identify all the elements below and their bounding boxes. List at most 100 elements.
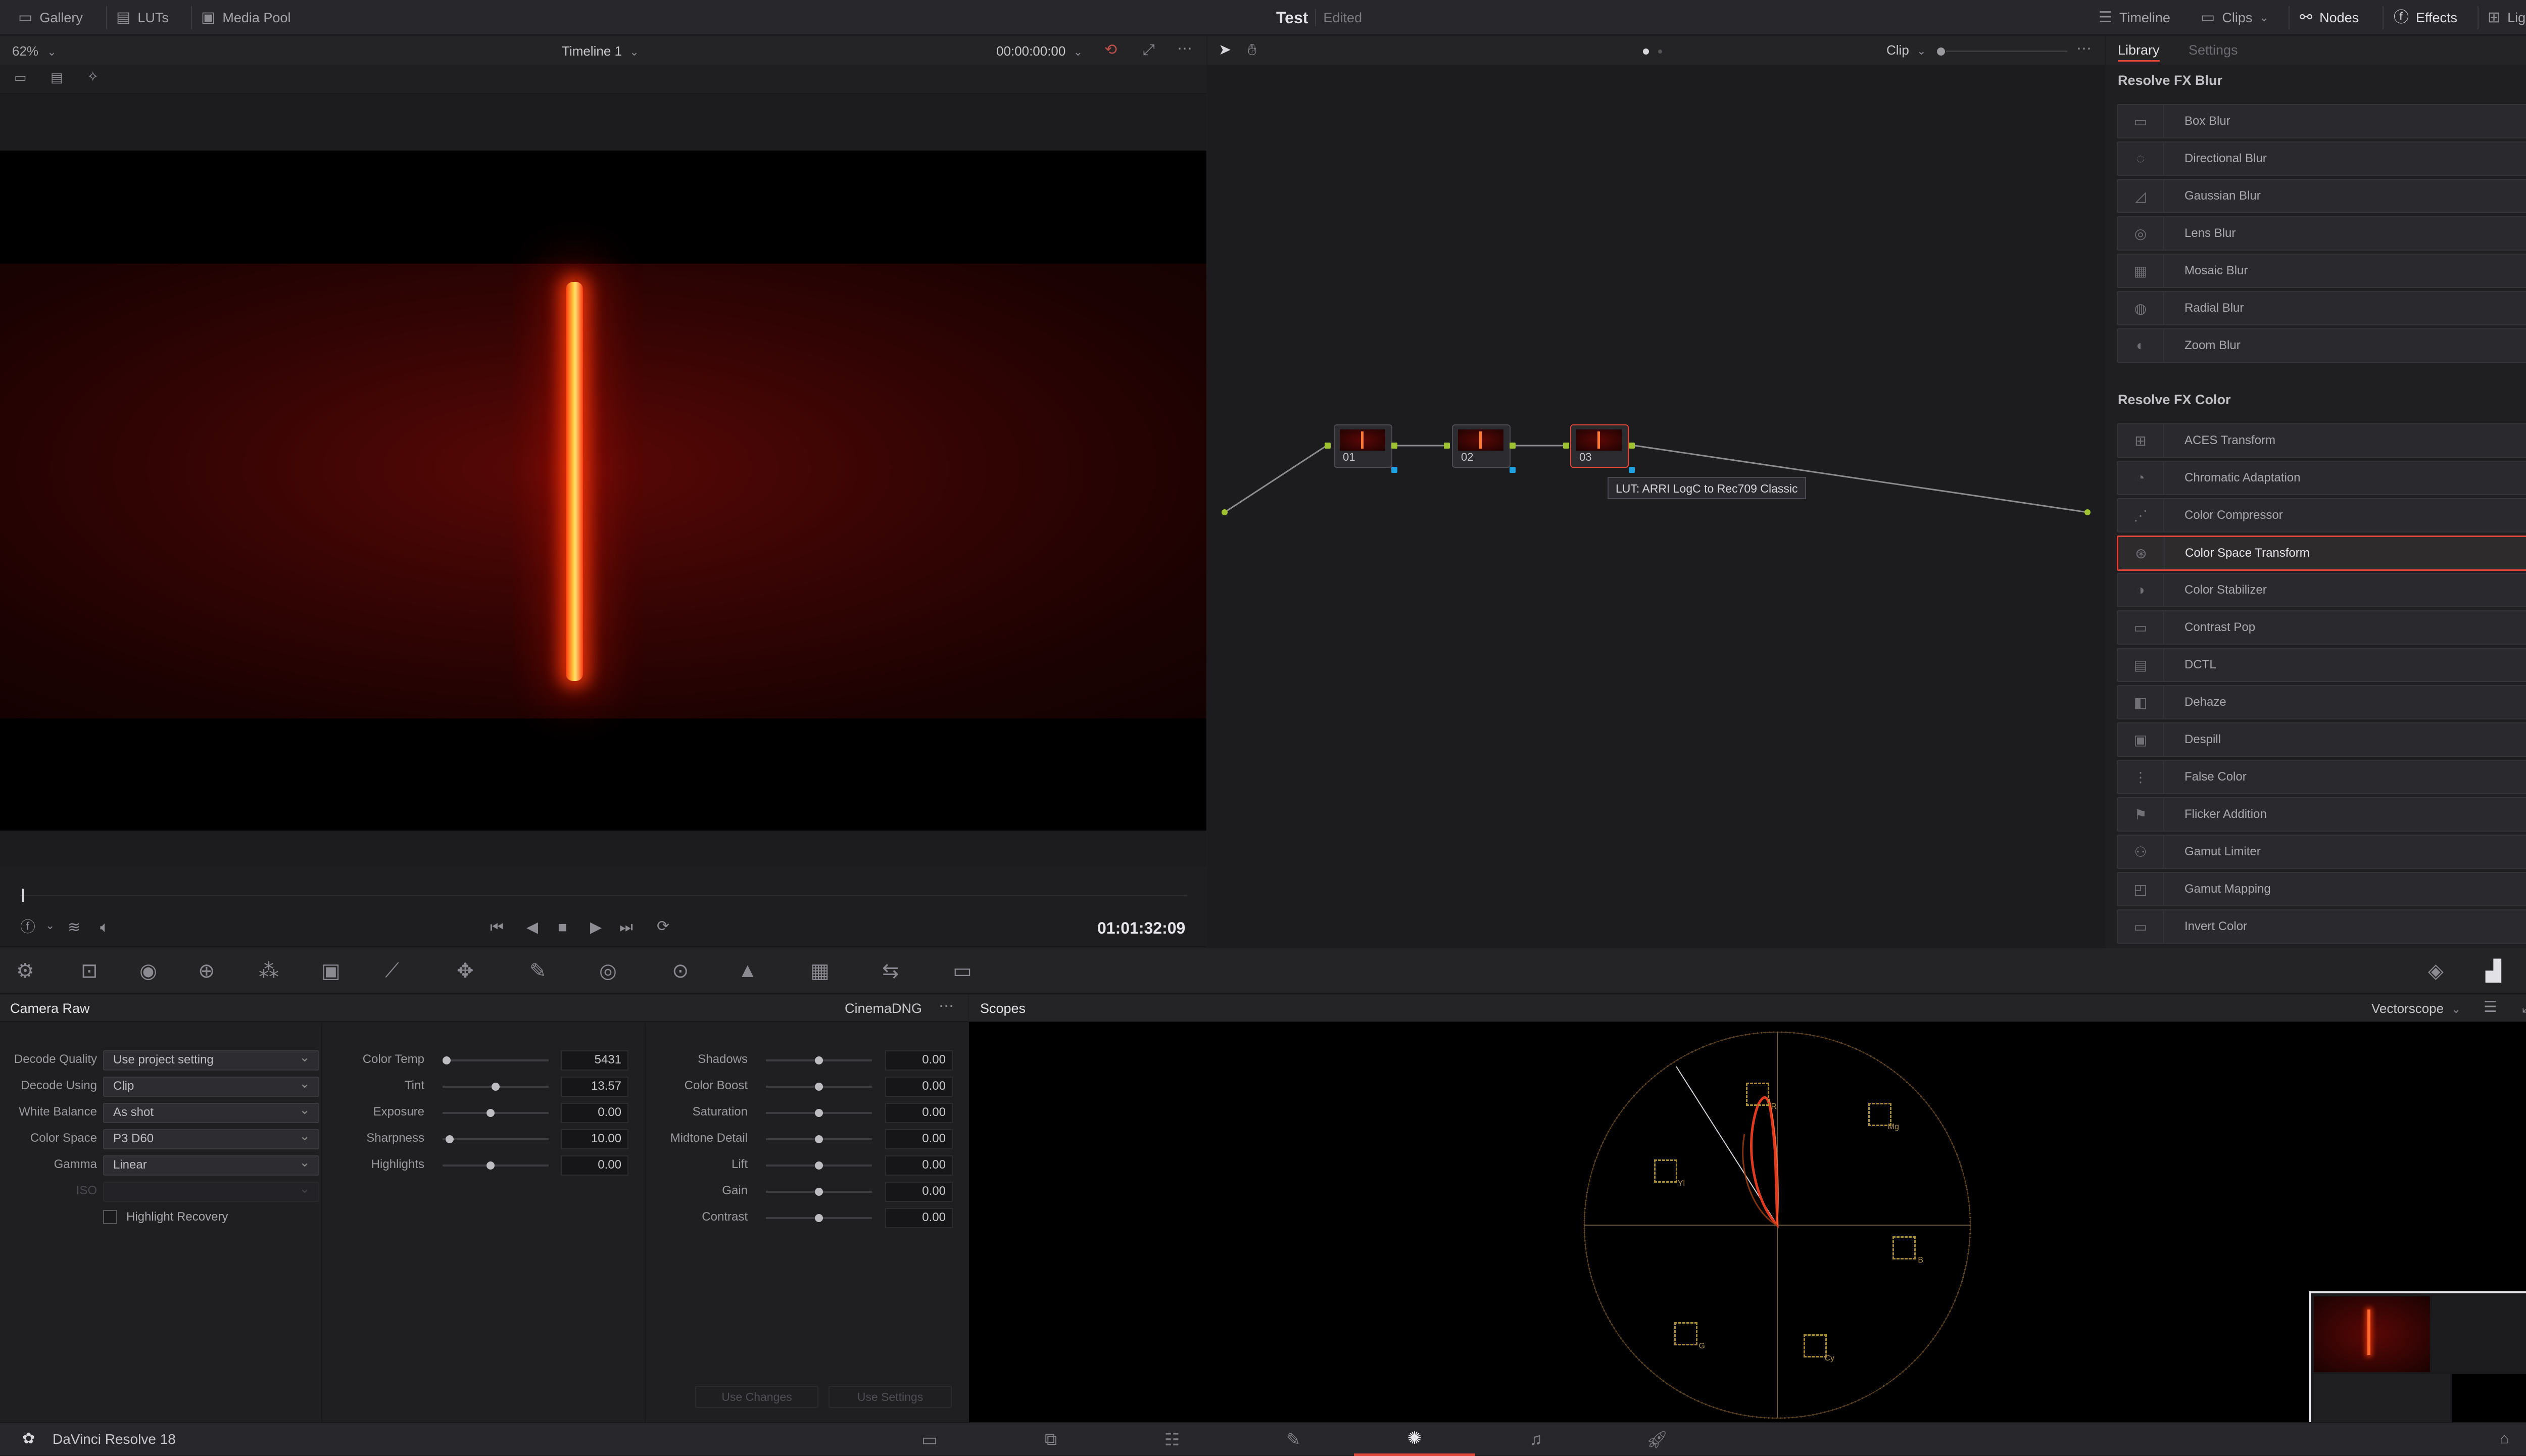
rgb-mixer-icon[interactable]: ⁂ bbox=[259, 959, 279, 983]
effect-item[interactable]: ◿ Gaussian Blur bbox=[2117, 179, 2526, 213]
minimap-preview[interactable] bbox=[2309, 1291, 2526, 1442]
zoom-slider[interactable] bbox=[1946, 51, 2067, 52]
motion-effects-icon[interactable]: ▣ bbox=[321, 959, 341, 983]
library-section-title[interactable]: Resolve FX Color bbox=[2118, 392, 2231, 408]
raw-field-dropdown[interactable] bbox=[103, 1180, 319, 1202]
color-wheels-icon[interactable]: ◉ bbox=[139, 959, 157, 983]
scopes-icon[interactable]: ▟ bbox=[2486, 959, 2501, 983]
slider-knob[interactable] bbox=[815, 1083, 823, 1091]
raw-value-field[interactable]: 0.00 bbox=[885, 1208, 953, 1228]
slider-knob[interactable] bbox=[815, 1135, 823, 1143]
single-view-icon[interactable]: ▭ bbox=[14, 71, 27, 84]
camera-raw-icon[interactable]: ⚙ bbox=[16, 959, 34, 983]
page-cut[interactable]: ⧉ bbox=[990, 1423, 1111, 1456]
tracker-icon[interactable]: ⊙ bbox=[672, 959, 689, 983]
effect-item[interactable]: ▦ Mosaic Blur bbox=[2117, 254, 2526, 288]
slider-knob[interactable] bbox=[815, 1056, 823, 1064]
page-fairlight[interactable]: ♫ bbox=[1475, 1423, 1596, 1456]
keyframes-icon[interactable]: ◈ bbox=[2428, 959, 2444, 983]
raw-value-field[interactable]: 5431 bbox=[561, 1050, 628, 1071]
effect-item[interactable]: ⊛ Color Space Transform bbox=[2117, 536, 2526, 571]
tab-settings[interactable]: Settings bbox=[2189, 42, 2238, 58]
luts-button[interactable]: ▤ LUTs bbox=[116, 0, 169, 35]
timeline-button[interactable]: ☰ Timeline bbox=[2099, 0, 2170, 35]
scope-type-dropdown[interactable]: Vectorscope ⌄ bbox=[2371, 1001, 2461, 1016]
slider-knob[interactable] bbox=[443, 1056, 451, 1064]
page-indicator[interactable] bbox=[1658, 50, 1662, 54]
node-03[interactable]: 03 bbox=[1570, 424, 1629, 468]
highlight-recovery-checkbox[interactable] bbox=[103, 1210, 117, 1224]
effect-item[interactable]: ◔ Chromatic Adaptation bbox=[2117, 461, 2526, 495]
raw-slider[interactable] bbox=[443, 1161, 549, 1170]
raw-value-field[interactable]: 0.00 bbox=[885, 1077, 953, 1097]
loop-playback-icon[interactable]: ⟳ bbox=[657, 919, 669, 934]
loop-icon[interactable]: ⟲ bbox=[1104, 42, 1117, 58]
raw-slider[interactable] bbox=[443, 1135, 549, 1143]
slider-knob[interactable] bbox=[815, 1214, 823, 1222]
raw-slider[interactable] bbox=[766, 1135, 872, 1143]
effect-item[interactable]: ▭ Contrast Pop bbox=[2117, 610, 2526, 645]
volume-icon[interactable]: 🔈︎ bbox=[100, 920, 109, 935]
raw-field-dropdown[interactable]: Use project setting bbox=[103, 1048, 319, 1071]
effect-item[interactable]: ▭ Invert Color bbox=[2117, 909, 2526, 944]
node-key-port[interactable] bbox=[1510, 467, 1516, 473]
timeline-dropdown[interactable]: Timeline 1 ⌄ bbox=[562, 43, 639, 59]
effect-item[interactable]: ◎ Lens Blur bbox=[2117, 216, 2526, 251]
page-color[interactable]: ✺ bbox=[1354, 1423, 1475, 1456]
slider-knob[interactable] bbox=[815, 1188, 823, 1196]
node-mode-dropdown[interactable]: Clip ⌄ bbox=[1886, 42, 1926, 58]
node-output-port[interactable] bbox=[1629, 443, 1635, 449]
project-manager-icon[interactable]: ⌂ bbox=[2500, 1431, 2509, 1446]
wand-icon[interactable]: ✧ bbox=[87, 70, 99, 84]
slider-knob[interactable] bbox=[487, 1109, 495, 1117]
raw-field-dropdown[interactable]: As shot bbox=[103, 1101, 319, 1123]
gallery-button[interactable]: ▭ Gallery bbox=[18, 0, 83, 35]
raw-value-field[interactable]: 0.00 bbox=[885, 1129, 953, 1149]
raw-field-dropdown[interactable]: P3 D60 bbox=[103, 1127, 319, 1149]
raw-slider[interactable] bbox=[443, 1109, 549, 1117]
raw-slider[interactable] bbox=[766, 1161, 872, 1170]
node-input-port[interactable] bbox=[1325, 443, 1331, 449]
effects-button[interactable]: ⓕ Effects bbox=[2394, 0, 2457, 35]
tab-library[interactable]: Library bbox=[2118, 42, 2160, 62]
raw-value-field[interactable]: 13.57 bbox=[561, 1077, 628, 1097]
effect-item[interactable]: ◍ Radial Blur bbox=[2117, 291, 2526, 325]
effect-item[interactable]: ◌ Directional Blur bbox=[2117, 141, 2526, 176]
stop-icon[interactable]: ■ bbox=[558, 920, 567, 935]
page-edit[interactable]: ☷ bbox=[1111, 1423, 1233, 1456]
raw-field-dropdown[interactable]: Linear bbox=[103, 1153, 319, 1176]
hdr-wheels-icon[interactable]: ⊕ bbox=[198, 959, 215, 983]
effect-item[interactable]: ⚑ Flicker Addition bbox=[2117, 797, 2526, 832]
node-input-port[interactable] bbox=[1563, 443, 1569, 449]
raw-value-field[interactable]: 10.00 bbox=[561, 1129, 628, 1149]
hand-tool-icon[interactable]: ✋︎ bbox=[1248, 42, 1256, 58]
effect-item[interactable]: ⋰ Color Compressor bbox=[2117, 498, 2526, 532]
page-indicator-active[interactable] bbox=[1643, 48, 1649, 55]
node-02[interactable]: 02 bbox=[1452, 424, 1511, 468]
fullscreen-icon[interactable]: ⤢ bbox=[1143, 42, 1155, 58]
page-deliver[interactable]: 🚀︎ bbox=[1596, 1423, 1718, 1456]
scope-settings-icon[interactable]: ☰ bbox=[2484, 1000, 2497, 1015]
effect-item[interactable]: ◧ Dehaze bbox=[2117, 685, 2526, 719]
raw-slider[interactable] bbox=[766, 1083, 872, 1091]
chevron-down-icon[interactable]: ⌄ bbox=[45, 920, 55, 931]
clips-button[interactable]: ▭ Clips ⌄ bbox=[2201, 0, 2269, 35]
slider-knob[interactable] bbox=[815, 1161, 823, 1170]
source-input-port[interactable] bbox=[1222, 509, 1228, 515]
raw-slider[interactable] bbox=[766, 1188, 872, 1196]
zoom-slider-knob[interactable] bbox=[1937, 47, 1945, 56]
node-01[interactable]: 01 bbox=[1334, 424, 1392, 468]
sizing-icon[interactable]: ▭ bbox=[953, 959, 972, 983]
color-match-icon[interactable]: ⊡ bbox=[81, 959, 98, 983]
page-media[interactable]: ▭ bbox=[869, 1423, 990, 1456]
pointer-tool-icon[interactable]: ➤ bbox=[1219, 42, 1231, 58]
raw-slider[interactable] bbox=[443, 1083, 549, 1091]
slider-knob[interactable] bbox=[445, 1135, 454, 1143]
zoom-dropdown[interactable]: 62% ⌄ bbox=[12, 43, 57, 59]
use-changes-button[interactable]: Use Changes bbox=[695, 1386, 818, 1408]
node-key-port[interactable] bbox=[1629, 467, 1635, 473]
effects-overlay-icon[interactable]: ⓕ bbox=[20, 920, 35, 935]
more-options-icon[interactable]: ⋯ bbox=[2076, 41, 2092, 57]
node-output-port[interactable] bbox=[1391, 443, 1397, 449]
effect-item[interactable]: ⚇ Gamut Limiter bbox=[2117, 835, 2526, 869]
